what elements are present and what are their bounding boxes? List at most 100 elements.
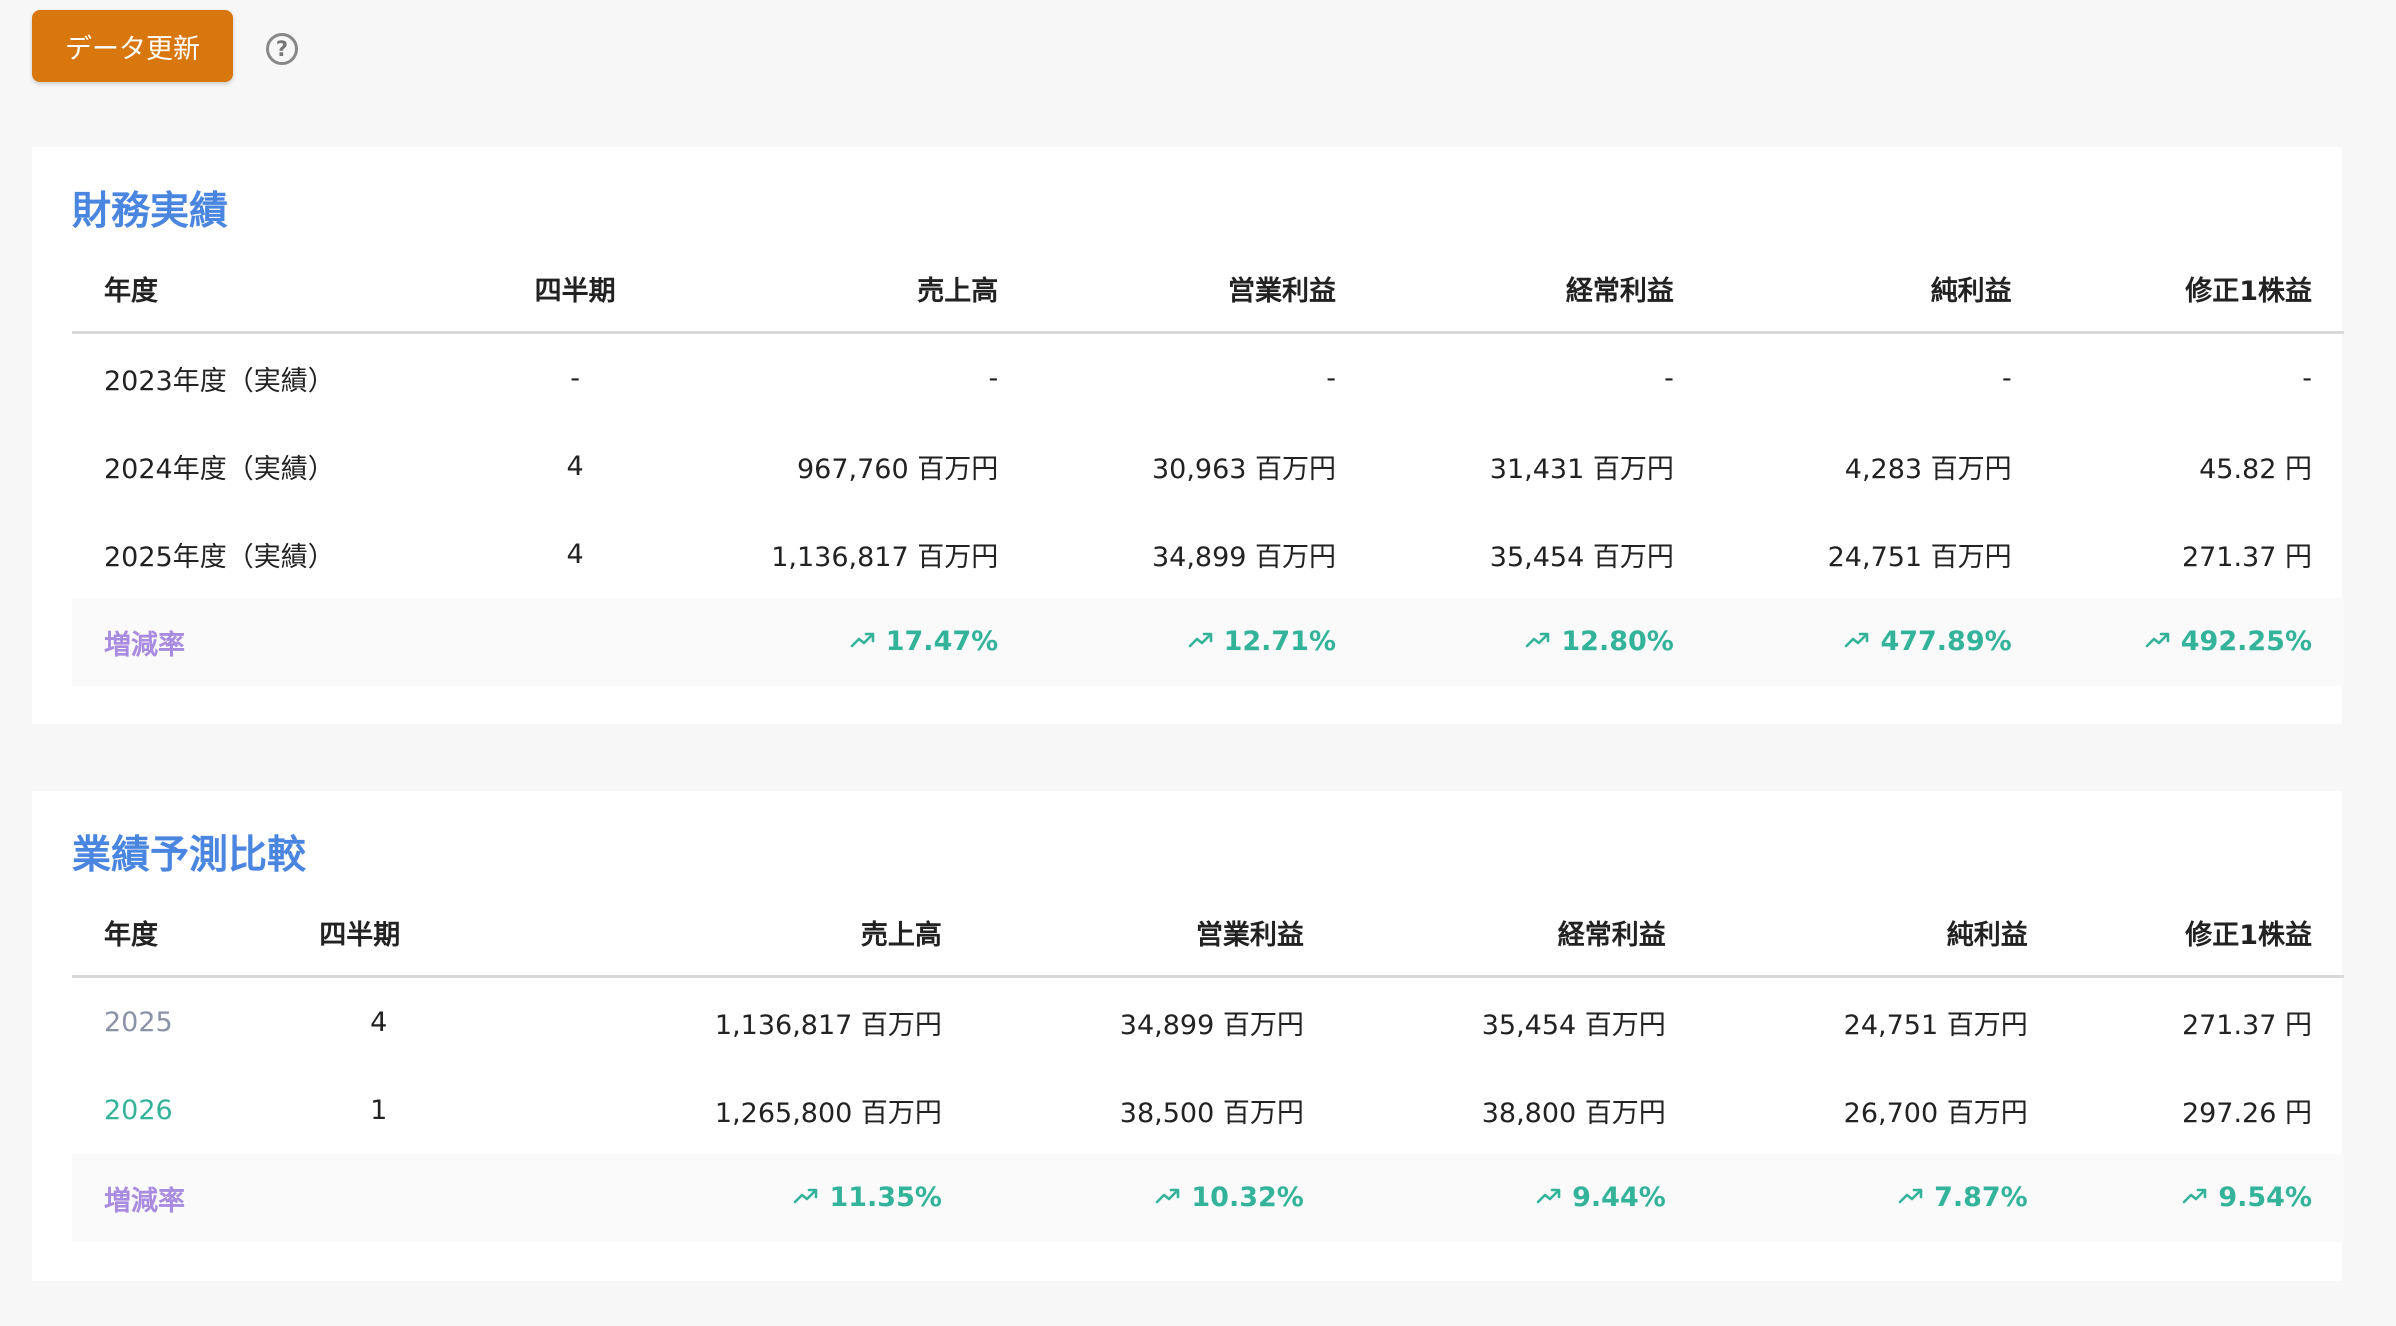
header-operating-income: 営業利益: [973, 889, 1336, 978]
trending-up-icon: [1525, 625, 1551, 656]
cell-ordinary-income: 35,454 百万円: [1481, 1009, 1666, 1041]
financial-results-title: 財務実績: [72, 189, 229, 234]
help-circle-icon[interactable]: ?: [266, 33, 298, 65]
rate-sales: 11.35%: [470, 1154, 974, 1242]
growth-rate-row: 増減率 11.35% 10.32% 9.44% 7.87% 9.54%: [72, 1154, 2344, 1242]
header-net-income: 純利益: [1705, 245, 2044, 334]
rate-sales: 17.47%: [675, 598, 1031, 686]
header-adjusted-eps: 修正1株益: [2059, 889, 2344, 978]
rate-operating-income: 12.71%: [1030, 598, 1369, 686]
trending-up-icon: [1155, 1181, 1181, 1212]
table-row: 2025年度（実績） 4 1,136,817 百万円 34,899 百万円 35…: [72, 510, 2344, 598]
growth-rate-label: 増減率: [72, 1154, 288, 1242]
cell-fiscal-year: 2026: [104, 1094, 173, 1126]
rate-ordinary-income: 9.44%: [1335, 1154, 1698, 1242]
cell-quarter: 4: [370, 1006, 388, 1038]
cell-ordinary-income: 38,800 百万円: [1481, 1097, 1666, 1129]
cell-fiscal-year: 2025年度（実績）: [104, 541, 335, 573]
rate-value: 9.44%: [1572, 1182, 1666, 1213]
table-row: 2026 1 1,265,800 百万円 38,500 百万円 38,800 百…: [72, 1066, 2344, 1154]
cell-sales: 1,136,817 百万円: [714, 1009, 942, 1041]
trending-up-icon: [850, 625, 876, 656]
cell-sales: 1,136,817 百万円: [771, 541, 999, 573]
growth-rate-label: 増減率: [72, 598, 475, 686]
table-header-row: 年度 四半期 売上高 営業利益 経常利益 純利益 修正1株益: [72, 889, 2344, 978]
cell-operating-income: 30,963 百万円: [1151, 453, 1337, 485]
header-sales: 売上高: [470, 889, 974, 978]
header-fiscal-year: 年度: [72, 889, 288, 978]
rate-value: 492.25%: [2180, 626, 2312, 657]
header-quarter: 四半期: [474, 245, 676, 334]
rate-value: 12.80%: [1561, 626, 1674, 657]
header-operating-income: 営業利益: [1030, 245, 1369, 334]
cell-sales: 1,265,800 百万円: [714, 1097, 942, 1129]
cell-operating-income: 34,899 百万円: [1151, 541, 1337, 573]
cell-net-income: -: [2001, 362, 2012, 394]
rate-value: 7.87%: [1934, 1182, 2028, 1213]
cell-net-income: 4,283 百万円: [1844, 453, 2012, 485]
cell-quarter: -: [570, 362, 580, 394]
table-row: 2025 4 1,136,817 百万円 34,899 百万円 35,454 百…: [72, 977, 2344, 1067]
header-ordinary-income: 経常利益: [1335, 889, 1698, 978]
rate-adjusted-eps: 492.25%: [2043, 598, 2344, 686]
trending-up-icon: [793, 1181, 819, 1212]
refresh-data-button[interactable]: データ更新: [32, 10, 233, 82]
header-sales: 売上高: [675, 245, 1031, 334]
rate-adjusted-eps: 9.54%: [2059, 1154, 2344, 1242]
growth-rate-row: 増減率 17.47% 12.71% 12.80% 477.89% 492.25%: [72, 598, 2344, 686]
header-ordinary-income: 経常利益: [1368, 245, 1706, 334]
cell-fiscal-year: 2023年度（実績）: [104, 365, 335, 397]
forecast-comparison-panel: 業績予測比較 年度 四半期 売上高 営業利益 経常利益 純利益 修正1株益 20…: [32, 791, 2344, 1281]
table-row: 2024年度（実績） 4 967,760 百万円 30,963 百万円 31,4…: [72, 422, 2344, 510]
cell-adjusted-eps: 45.82 円: [2199, 453, 2312, 485]
cell-adjusted-eps: 271.37 円: [2181, 1009, 2312, 1041]
cell-adjusted-eps: -: [2302, 362, 2312, 394]
cell-ordinary-income: -: [1664, 362, 1674, 394]
cell-operating-income: 38,500 百万円: [1119, 1097, 1304, 1129]
rate-value: 10.32%: [1191, 1182, 1304, 1213]
rate-value: 9.54%: [2218, 1182, 2312, 1213]
trending-up-icon: [1844, 625, 1870, 656]
cell-fiscal-year: 2024年度（実績）: [104, 453, 335, 485]
header-adjusted-eps: 修正1株益: [2043, 245, 2344, 334]
empty-cell: [287, 1154, 471, 1242]
cell-operating-income: -: [1326, 362, 1337, 394]
financial-results-panel: 財務実績 年度 四半期 売上高 営業利益 経常利益 純利益 修正1株益 2023…: [32, 147, 2344, 724]
cell-sales: -: [988, 362, 999, 394]
rate-value: 11.35%: [829, 1182, 942, 1213]
table-row: 2023年度（実績） - - - - - -: [72, 333, 2344, 423]
cell-adjusted-eps: 271.37 円: [2181, 541, 2312, 573]
cell-sales: 967,760 百万円: [796, 453, 999, 485]
rate-operating-income: 10.32%: [973, 1154, 1336, 1242]
header-quarter: 四半期: [287, 889, 471, 978]
cell-net-income: 24,751 百万円: [1827, 541, 2012, 573]
cell-quarter: 4: [566, 450, 584, 482]
empty-cell: [474, 598, 676, 686]
financial-results-table: 年度 四半期 売上高 営業利益 経常利益 純利益 修正1株益 2023年度（実績…: [72, 245, 2344, 686]
header-fiscal-year: 年度: [72, 245, 475, 334]
rate-value: 12.71%: [1223, 626, 1337, 657]
cell-operating-income: 34,899 百万円: [1119, 1009, 1304, 1041]
forecast-comparison-title: 業績予測比較: [72, 833, 307, 878]
rate-value: 477.89%: [1880, 626, 2012, 657]
cell-net-income: 24,751 百万円: [1843, 1009, 2028, 1041]
cell-ordinary-income: 31,431 百万円: [1489, 453, 1674, 485]
rate-net-income: 477.89%: [1705, 598, 2044, 686]
table-header-row: 年度 四半期 売上高 営業利益 経常利益 純利益 修正1株益: [72, 245, 2344, 334]
trending-up-icon: [2145, 625, 2171, 656]
cell-quarter: 4: [566, 538, 584, 570]
toolbar: データ更新 ?: [32, 10, 298, 82]
cell-quarter: 1: [370, 1094, 388, 1126]
rate-net-income: 7.87%: [1697, 1154, 2060, 1242]
trending-up-icon: [1536, 1181, 1562, 1212]
trending-up-icon: [2182, 1181, 2208, 1212]
cell-adjusted-eps: 297.26 円: [2181, 1097, 2312, 1129]
trending-up-icon: [1898, 1181, 1924, 1212]
trending-up-icon: [1188, 625, 1214, 656]
cell-net-income: 26,700 百万円: [1843, 1097, 2028, 1129]
rate-value: 17.47%: [885, 626, 999, 657]
forecast-comparison-table: 年度 四半期 売上高 営業利益 経常利益 純利益 修正1株益 2025 4 1,…: [72, 889, 2344, 1242]
rate-ordinary-income: 12.80%: [1368, 598, 1706, 686]
cell-ordinary-income: 35,454 百万円: [1489, 541, 1674, 573]
header-net-income: 純利益: [1697, 889, 2060, 978]
